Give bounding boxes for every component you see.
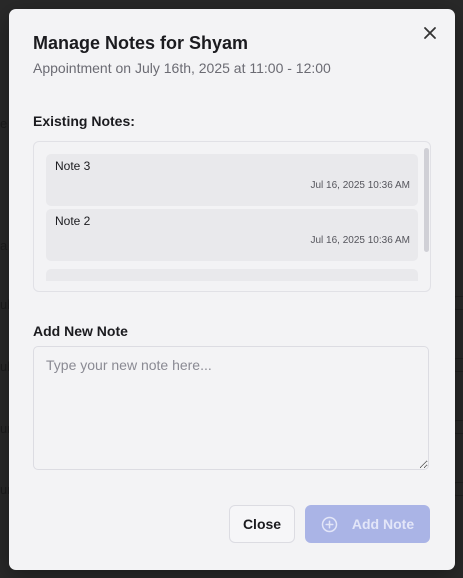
add-note-label: Add Note — [351, 516, 415, 532]
existing-notes-list[interactable]: Note 3 Jul 16, 2025 10:36 AM Note 2 Jul … — [33, 141, 431, 292]
add-new-note-label: Add New Note — [33, 323, 128, 339]
close-button[interactable]: Close — [229, 505, 295, 543]
appointment-subtitle: Appointment on July 16th, 2025 at 11:00 … — [33, 60, 331, 76]
manage-notes-dialog: Manage Notes for Shyam Appointment on Ju… — [9, 9, 455, 570]
close-icon[interactable] — [421, 24, 439, 42]
note-item: Note 3 Jul 16, 2025 10:36 AM — [46, 154, 418, 206]
dialog-title: Manage Notes for Shyam — [33, 33, 249, 53]
note-text: Note 3 — [55, 159, 91, 173]
add-note-button[interactable]: Add Note — [305, 505, 430, 543]
note-text: Note 2 — [55, 214, 91, 228]
notes-scrollbar[interactable] — [424, 148, 429, 252]
note-timestamp: Jul 16, 2025 10:36 AM — [310, 180, 410, 191]
note-item-partial — [46, 269, 418, 281]
new-note-textarea[interactable] — [33, 346, 429, 470]
note-item: Note 2 Jul 16, 2025 10:36 AM — [46, 209, 418, 261]
plus-circle-icon — [321, 516, 338, 533]
note-timestamp: Jul 16, 2025 10:36 AM — [310, 235, 410, 246]
existing-notes-label: Existing Notes: — [33, 113, 135, 129]
